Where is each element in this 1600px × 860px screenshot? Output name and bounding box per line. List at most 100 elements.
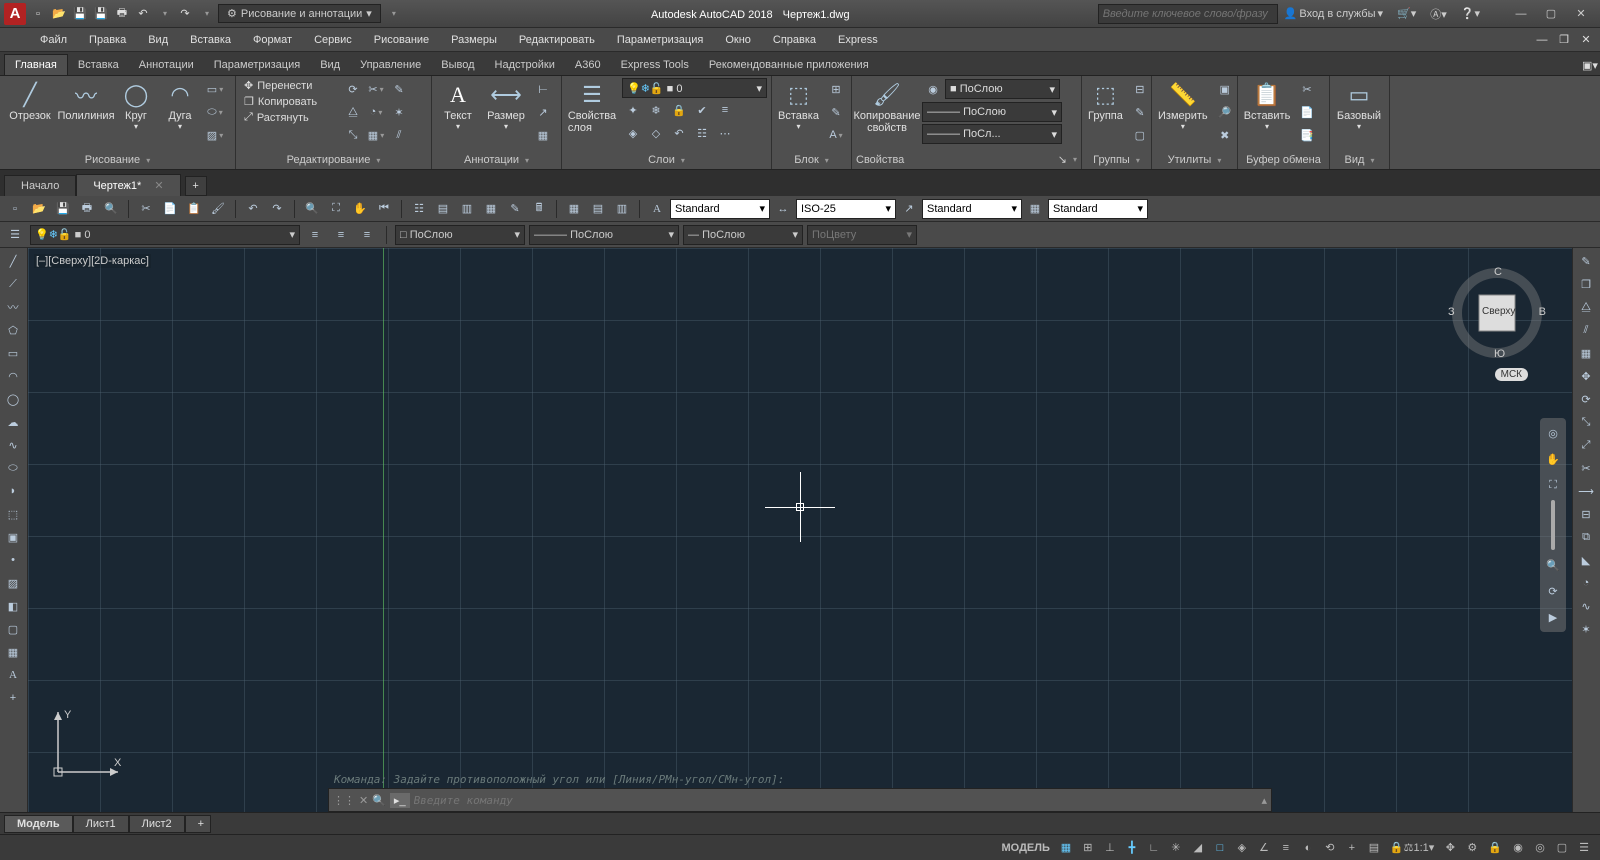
status-hardware-icon[interactable]: ◉ <box>1508 838 1528 858</box>
draw-mtext-icon[interactable]: A <box>2 664 24 686</box>
layer-prev-icon[interactable]: ↶ <box>668 122 690 144</box>
panel-util-title[interactable]: Утилиты <box>1156 153 1233 167</box>
mod-blend-icon[interactable]: ∿ <box>1575 595 1597 617</box>
panel-layers-title[interactable]: Слои <box>566 153 767 167</box>
drawing-canvas[interactable]: /* grid lines generated below via JS loo… <box>28 248 1572 812</box>
mod-offset-icon[interactable]: ⫽ <box>1575 319 1597 341</box>
status-infer-icon[interactable]: ⊥ <box>1100 838 1120 858</box>
draw-rect-icon[interactable]: ▭ <box>2 342 24 364</box>
fillet-icon[interactable]: ◔ <box>365 101 387 123</box>
block-attr-icon[interactable]: А <box>825 124 847 146</box>
minimize-button[interactable]: — <box>1506 4 1536 24</box>
color-dropdown[interactable]: ■ ПоСлою▾ <box>945 79 1060 99</box>
textstyle-icon[interactable]: A <box>646 198 668 220</box>
status-quickprop-icon[interactable]: ▤ <box>1364 838 1384 858</box>
mleaderstyle-icon[interactable]: ↗ <box>898 198 920 220</box>
mod-rotate-icon[interactable]: ⟳ <box>1575 388 1597 410</box>
ribbon-tab-home[interactable]: Главная <box>4 54 68 75</box>
layer-off-icon[interactable]: ✦ <box>622 99 644 121</box>
menu-modify[interactable]: Редактировать <box>509 32 605 48</box>
nav-pan-icon[interactable]: ✋ <box>1542 448 1564 470</box>
command-line[interactable]: ⋮⋮ ✕ 🔍 ▸_ ▴ <box>328 788 1272 812</box>
menu-dimension[interactable]: Размеры <box>441 32 507 48</box>
panel-block-title[interactable]: Блок <box>776 153 847 167</box>
matchprop2-icon[interactable]: 🖌 <box>207 198 229 220</box>
status-customize-icon[interactable]: ☰ <box>1574 838 1594 858</box>
add-selected-icon[interactable]: + <box>2 687 24 709</box>
menu-tools[interactable]: Сервис <box>304 32 362 48</box>
draw-spline-icon[interactable]: ∿ <box>2 434 24 456</box>
table-icon[interactable]: ▦ <box>532 124 554 146</box>
zoom-realtime-icon[interactable]: 🔍 <box>301 198 323 220</box>
status-3dosnap-icon[interactable]: ◈ <box>1232 838 1252 858</box>
group-bbox-icon[interactable]: ▢ <box>1129 124 1151 146</box>
draw-insert-icon[interactable]: ⬚ <box>2 503 24 525</box>
scale-icon[interactable]: ⤡ <box>342 124 364 146</box>
base-view-button[interactable]: ▭Базовый▾ <box>1334 78 1384 133</box>
help-icon[interactable]: ❔▾ <box>1457 7 1484 20</box>
markup-icon[interactable]: ✎ <box>504 198 526 220</box>
lineweight-dropdown[interactable]: ——— ПоСлою▾ <box>922 102 1062 122</box>
draw-gradient-icon[interactable]: ◧ <box>2 595 24 617</box>
mod-array-icon[interactable]: ▦ <box>1575 342 1597 364</box>
draw-circle-icon[interactable]: ◯ <box>2 388 24 410</box>
color-combo[interactable]: □ ПоСлою▾ <box>395 225 525 245</box>
plotstyle-combo[interactable]: ПоЦвету▾ <box>807 225 917 245</box>
status-polar-icon[interactable]: ✳ <box>1166 838 1186 858</box>
t3-icon[interactable]: ▥ <box>611 198 633 220</box>
mdi-close-button[interactable]: ✕ <box>1576 30 1596 50</box>
linear-dim-icon[interactable]: ⊢ <box>532 78 554 100</box>
layer-make-current-icon[interactable]: ✔ <box>691 99 713 121</box>
t1-icon[interactable]: ▦ <box>563 198 585 220</box>
layer-more-icon[interactable]: ⋯ <box>714 122 736 144</box>
undo2-icon[interactable]: ↶ <box>242 198 264 220</box>
layerstate2-icon[interactable]: ≡ <box>356 224 378 246</box>
draw-table-icon[interactable]: ▦ <box>2 641 24 663</box>
calc-icon[interactable]: ✖ <box>1214 124 1236 146</box>
mod-chamfer-icon[interactable]: ◣ <box>1575 549 1597 571</box>
new-icon[interactable]: ▫ <box>28 4 48 24</box>
panel-clip-title[interactable]: Буфер обмена <box>1242 153 1325 167</box>
mod-explode-icon[interactable]: ✶ <box>1575 618 1597 640</box>
layout-tab-add[interactable]: + <box>185 815 211 833</box>
app-logo[interactable]: A <box>4 3 26 25</box>
ribbon-collapse-button[interactable]: ▣▾ <box>1580 55 1600 75</box>
copy-base-icon[interactable]: 📑 <box>1296 124 1318 146</box>
layer-match-icon[interactable]: ≡ <box>714 99 736 121</box>
status-lwt-icon[interactable]: ≡ <box>1276 838 1296 858</box>
arc-button[interactable]: ◠Дуга▾ <box>160 78 200 133</box>
file-tab-start[interactable]: Начало <box>4 175 76 196</box>
status-snap-icon[interactable]: ⊞ <box>1078 838 1098 858</box>
nav-zoom-icon[interactable]: 🔍 <box>1542 554 1564 576</box>
polyline-button[interactable]: 〰Полилиния <box>60 78 112 124</box>
viewcube[interactable]: Сверху С Ю З В МСК <box>1452 268 1542 358</box>
status-cycling-icon[interactable]: ⟲ <box>1320 838 1340 858</box>
ribbon-tab-parametric[interactable]: Параметризация <box>204 55 310 75</box>
undo-dropdown[interactable] <box>154 4 174 24</box>
menu-draw[interactable]: Рисование <box>364 32 439 48</box>
print-icon[interactable]: 🖶 <box>76 198 98 220</box>
layermatch2-icon[interactable]: ≡ <box>304 224 326 246</box>
saveas-icon[interactable]: 💾 <box>91 4 111 24</box>
layer-combo[interactable]: 💡❄🔓 ■ 0▾ <box>30 225 300 245</box>
menu-parametric[interactable]: Параметризация <box>607 32 713 48</box>
match-properties-button[interactable]: 🖌Копирование свойств <box>856 78 918 136</box>
offset-icon[interactable]: ⫽ <box>388 124 410 146</box>
nav-showmotion-icon[interactable]: ▶ <box>1542 606 1564 628</box>
login-button[interactable]: 👤 Вход в службы ▾ <box>1280 7 1387 20</box>
copy-clip-icon[interactable]: 📄 <box>1296 101 1318 123</box>
status-annoscale[interactable]: 🔒 ⚖ 1:1 ▾ <box>1386 838 1438 858</box>
explode-icon[interactable]: ✶ <box>388 101 410 123</box>
panel-props-title[interactable]: Свойства ↘ <box>856 152 1077 167</box>
layout-tab-sheet1[interactable]: Лист1 <box>73 815 129 833</box>
status-annomonitor-icon[interactable]: + <box>1342 838 1362 858</box>
qat-customize[interactable] <box>383 4 403 24</box>
draw-point-icon[interactable]: • <box>2 549 24 571</box>
undo-icon[interactable]: ↶ <box>133 4 153 24</box>
hatch-icon[interactable]: ▨ <box>204 124 226 146</box>
designcenter-icon[interactable]: ▤ <box>432 198 454 220</box>
viewcube-face-top[interactable]: Сверху <box>1482 306 1515 317</box>
rectangle-icon[interactable]: ▭ <box>204 78 226 100</box>
mod-scale-icon[interactable]: ⤡ <box>1575 411 1597 433</box>
dimstyle-icon[interactable]: ↔ <box>772 198 794 220</box>
